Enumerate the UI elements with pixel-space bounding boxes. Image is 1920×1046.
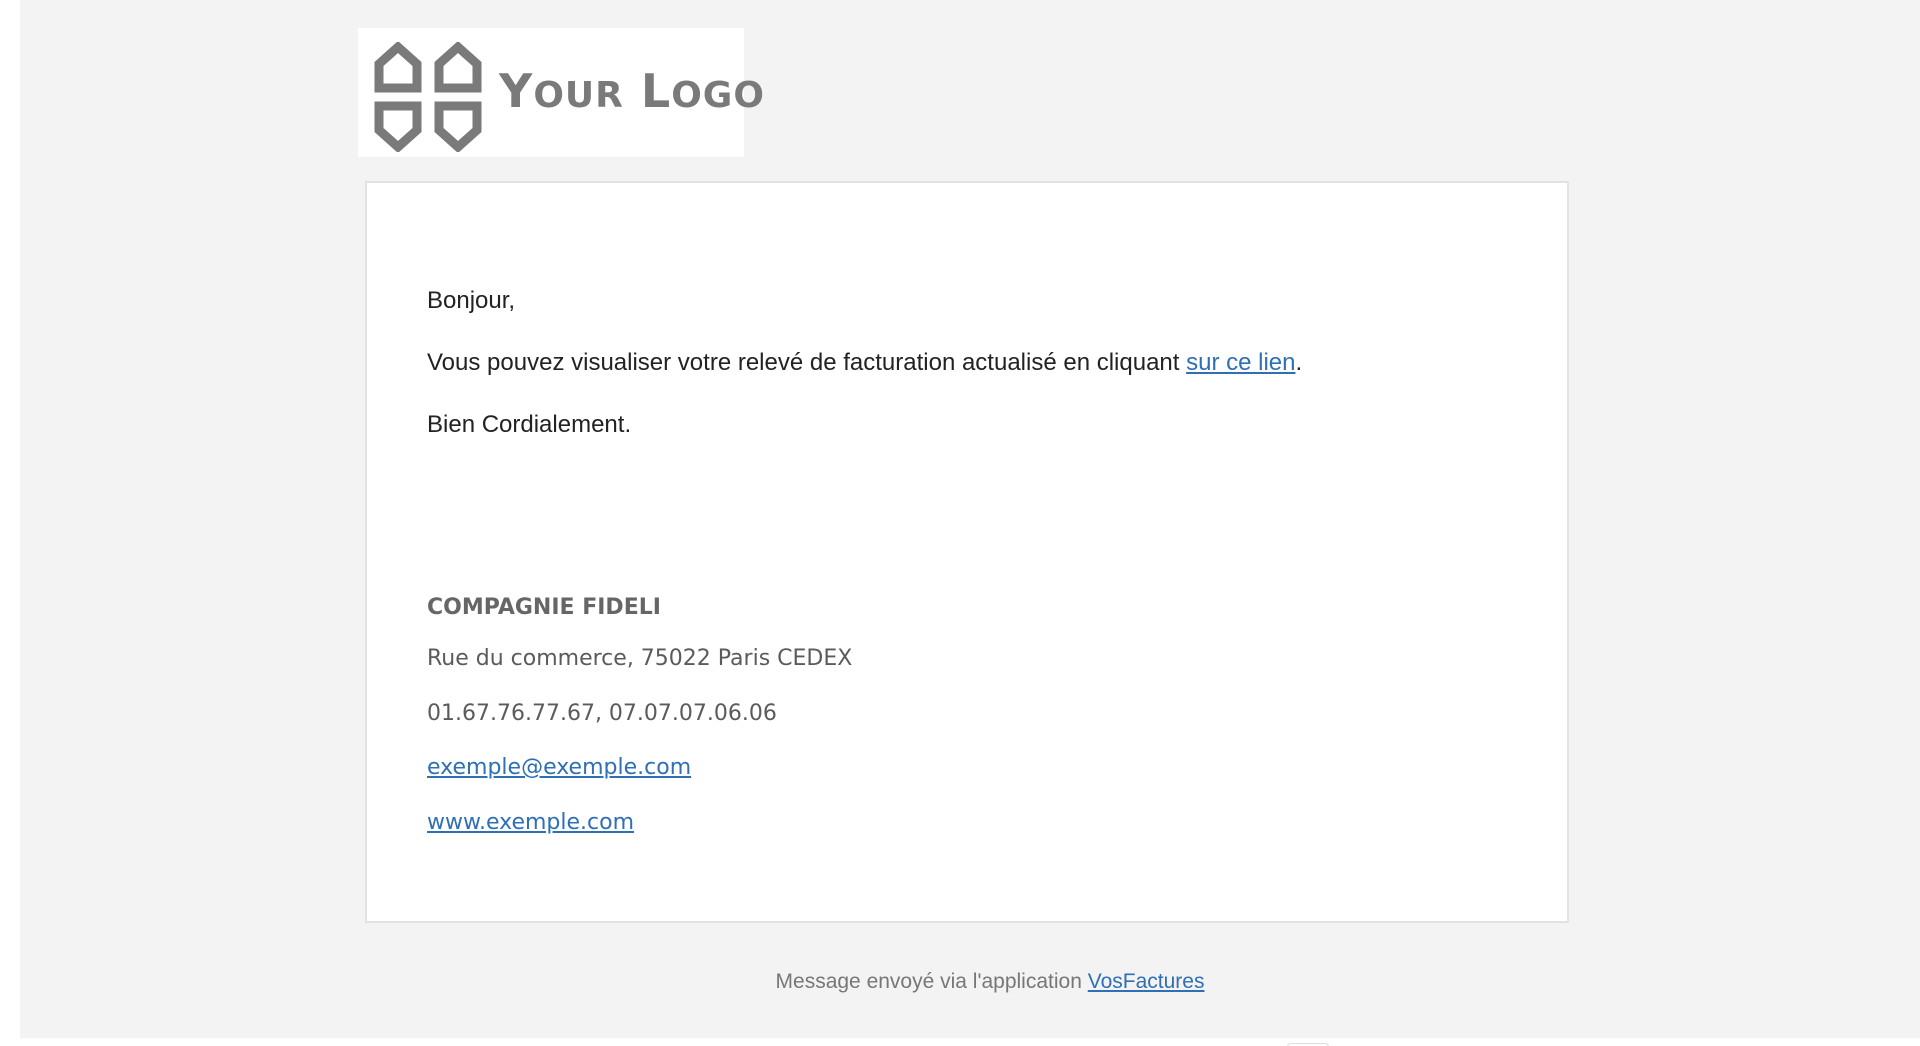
greeting-text: Bonjour, [427,287,516,314]
signature-email: exemple@exemple.com [427,755,691,780]
statement-link[interactable]: sur ce lien [1186,349,1295,376]
vosfactures-link[interactable]: VosFactures [1088,970,1205,993]
message-card: Bonjour, Vous pouvez visualiser votre re… [365,181,1569,923]
body-text: Vous pouvez visualiser votre relevé de f… [427,349,1187,376]
website-link[interactable]: www.exemple.com [427,810,634,835]
logo-mark-icon [374,42,482,152]
email-footer: Message envoyé via l'application VosFact… [20,970,1920,994]
footer-text: Message envoyé via l'application [775,970,1088,993]
logo-text: YOUR LOGO [499,64,765,118]
signature-address: Rue du commerce, 75022 Paris CEDEX [427,646,853,671]
signature-company: COMPAGNIE FIDELI [427,595,661,620]
signature-phones: 01.67.76.77.67, 07.07.07.06.06 [427,701,777,726]
signature-website: www.exemple.com [427,810,634,835]
body-end: . [1295,349,1303,376]
message-body: Vous pouvez visualiser votre relevé de f… [427,349,1302,377]
email-background: YOUR LOGO Bonjour, Vous pouvez visualise… [20,0,1920,1038]
company-logo: YOUR LOGO [358,28,764,157]
email-link[interactable]: exemple@exemple.com [427,755,691,780]
closing-text: Bien Cordialement. [427,411,632,438]
